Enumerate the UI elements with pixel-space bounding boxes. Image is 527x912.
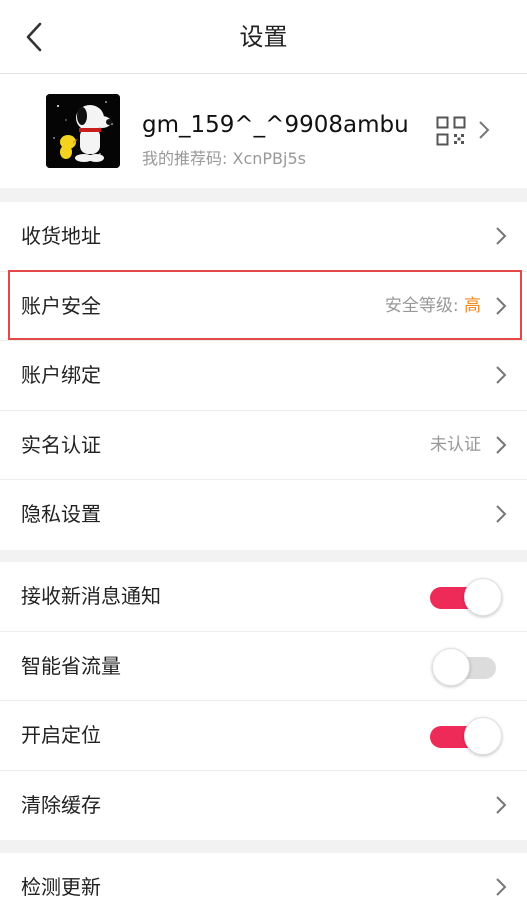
row-label: 检测更新 xyxy=(21,875,101,899)
chevron-right-icon xyxy=(496,435,507,454)
row-label: 账户安全 xyxy=(21,293,101,318)
avatar xyxy=(46,94,120,168)
row-check-update[interactable]: 检测更新 xyxy=(0,853,527,912)
chevron-right-icon xyxy=(479,121,490,139)
page-title: 设置 xyxy=(239,23,288,51)
chevron-right-icon xyxy=(496,296,507,315)
security-level: 安全等级: 高 xyxy=(385,272,481,341)
chevron-right-icon xyxy=(496,505,507,523)
row-label: 实名认证 xyxy=(21,432,101,457)
row-real-name-verification[interactable]: 实名认证 未认证 xyxy=(0,411,527,480)
nav-bar: 设置 xyxy=(0,0,527,74)
row-label: 隐私设置 xyxy=(21,502,101,526)
update-section: 检测更新 xyxy=(0,853,527,912)
chevron-right-icon xyxy=(496,795,507,814)
security-level-value: 高 xyxy=(464,295,481,316)
row-account-security[interactable]: 账户安全 安全等级: 高 xyxy=(0,272,527,341)
row-message-notification: 接收新消息通知 xyxy=(0,562,527,632)
chevron-right-icon xyxy=(496,366,507,384)
referral-code: 我的推荐码: XcnPBj5s xyxy=(142,149,306,168)
row-label: 开启定位 xyxy=(21,723,101,747)
row-label: 收货地址 xyxy=(21,224,101,248)
row-account-binding[interactable]: 账户绑定 xyxy=(0,341,527,411)
chevron-right-icon xyxy=(496,227,507,245)
toggle-knob xyxy=(432,647,470,686)
row-label: 智能省流量 xyxy=(21,653,121,678)
row-shipping-address[interactable]: 收货地址 xyxy=(0,202,527,272)
row-location: 开启定位 xyxy=(0,701,527,771)
toggle-knob xyxy=(464,578,502,616)
data-saver-toggle[interactable] xyxy=(428,647,502,686)
verification-status: 未认证 xyxy=(430,434,481,455)
location-toggle[interactable] xyxy=(428,717,502,755)
account-settings-section: 收货地址 账户安全 安全等级: 高 账户绑定 实名认证 未认证 隐私设置 xyxy=(0,202,527,550)
row-label: 清除缓存 xyxy=(21,792,101,817)
app-settings-section: 接收新消息通知 智能省流量 开启定位 清除缓存 xyxy=(0,562,527,840)
security-level-label: 安全等级: xyxy=(384,295,464,316)
toggle-knob xyxy=(464,717,502,755)
username: gm_159^_^9908ambu xyxy=(142,112,409,138)
qr-code-icon[interactable] xyxy=(436,116,466,146)
chevron-right-icon xyxy=(496,878,507,896)
row-label: 账户绑定 xyxy=(21,363,101,387)
row-clear-cache[interactable]: 清除缓存 xyxy=(0,771,527,841)
row-privacy-settings[interactable]: 隐私设置 xyxy=(0,480,527,550)
row-data-saver: 智能省流量 xyxy=(0,632,527,701)
profile-card[interactable]: gm_159^_^9908ambu 我的推荐码: XcnPBj5s xyxy=(0,74,527,188)
row-label: 接收新消息通知 xyxy=(21,584,161,608)
notification-toggle[interactable] xyxy=(428,578,502,616)
